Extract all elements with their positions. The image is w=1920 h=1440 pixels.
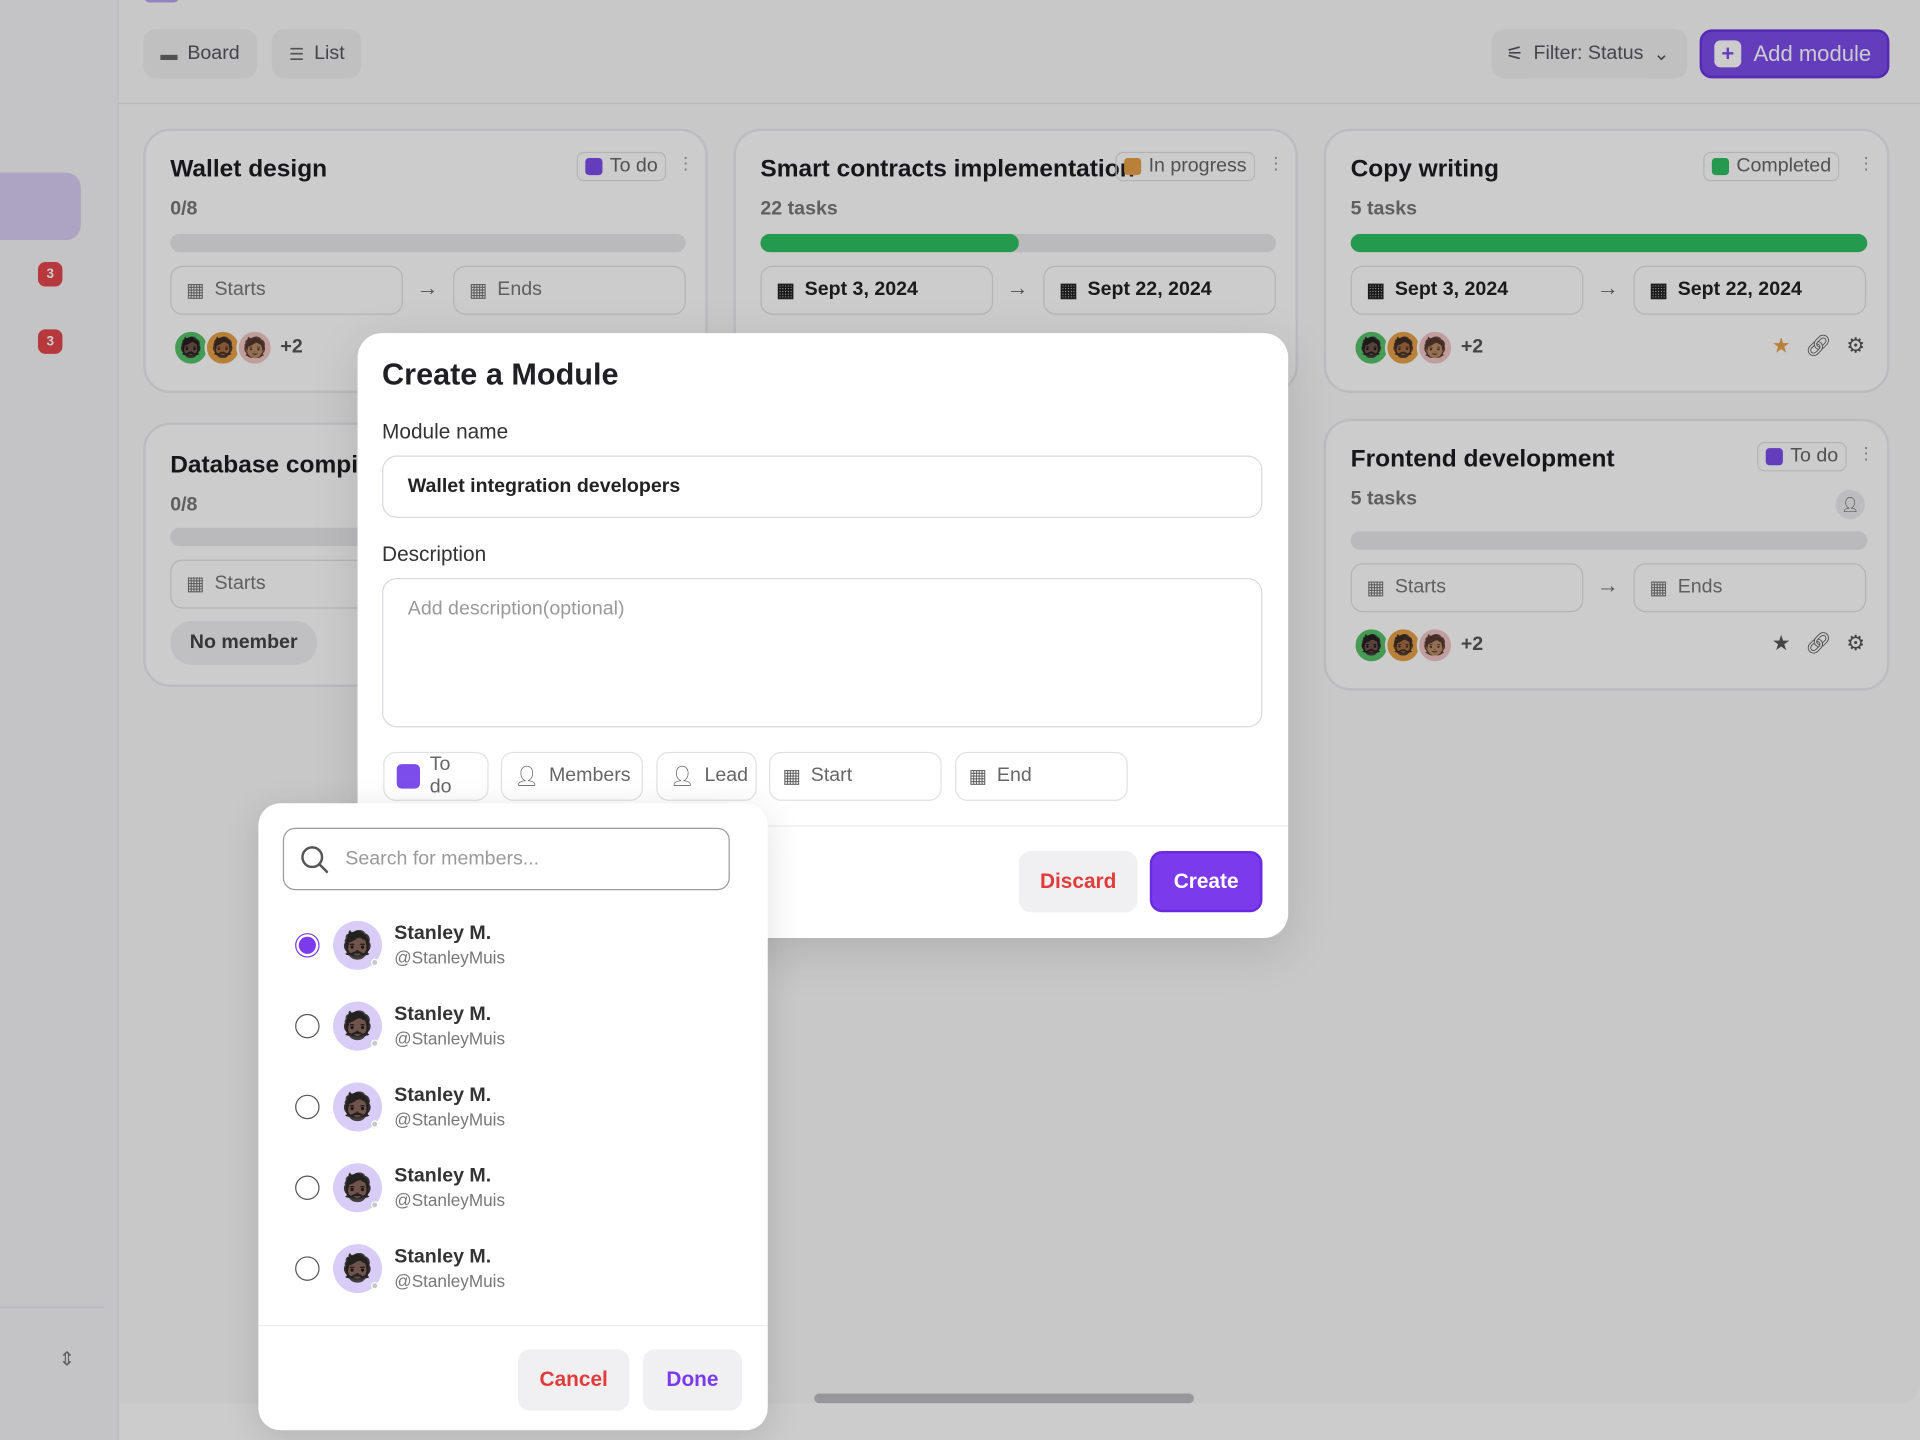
status-chip[interactable]: To do	[383, 751, 489, 801]
member-name: Stanley M.	[394, 923, 492, 945]
member-option[interactable]: 🧔🏿 Stanley M. @StanleyMuis	[295, 1163, 736, 1213]
create-button[interactable]: Create	[1149, 851, 1263, 913]
member-option[interactable]: 🧔🏿 Stanley M. @StanleyMuis	[295, 920, 736, 970]
discard-button[interactable]: Discard	[1018, 851, 1138, 913]
calendar-icon: ▦	[782, 766, 801, 788]
member-name: Stanley M.	[394, 1004, 492, 1025]
end-date-chip[interactable]: ▦ End	[955, 751, 1128, 801]
calendar-icon: ▦	[968, 766, 988, 788]
member-name: Stanley M.	[394, 1246, 492, 1268]
member-handle: @StanleyMuis	[394, 1271, 506, 1291]
presence-dot	[371, 958, 379, 967]
description-textarea[interactable]: Add description(optional)	[382, 577, 1263, 728]
search-icon	[301, 845, 329, 873]
member-handle: @StanleyMuis	[394, 1190, 506, 1210]
picker-divider	[258, 1324, 768, 1327]
lead-chip-label: Lead	[704, 765, 749, 787]
member-name: Stanley M.	[394, 1165, 492, 1187]
module-name-input[interactable]: Wallet integration developers	[382, 455, 1263, 518]
user-icon: 👤︎	[514, 766, 540, 788]
start-chip-label: Start	[810, 765, 853, 787]
dialog-title: Create a Module	[382, 357, 619, 392]
member-radio[interactable]	[295, 1013, 320, 1039]
members-picker: Search for members... 🧔🏿 Stanley M. @Stan…	[258, 803, 768, 1431]
member-radio[interactable]	[295, 933, 320, 958]
member-name: Stanley M.	[394, 1084, 492, 1106]
member-radio[interactable]	[295, 1094, 320, 1120]
members-chip-label: Members	[548, 765, 631, 787]
end-chip-label: End	[996, 765, 1032, 787]
avatar: 🧔🏿	[333, 920, 383, 970]
member-search-input[interactable]: Search for members...	[282, 827, 730, 891]
description-label: Description	[382, 542, 487, 566]
status-color-swatch	[396, 764, 420, 789]
status-chip-label: To do	[429, 754, 452, 798]
lead-chip[interactable]: 👤︎ Lead	[656, 751, 757, 801]
member-option[interactable]: 🧔🏿 Stanley M. @StanleyMuis	[295, 1001, 736, 1051]
cancel-button[interactable]: Cancel	[517, 1349, 630, 1411]
member-option[interactable]: 🧔🏿 Stanley M. @StanleyMuis	[295, 1082, 736, 1132]
done-button[interactable]: Done	[642, 1349, 743, 1411]
presence-dot	[371, 1120, 379, 1128]
module-name-label: Module name	[382, 420, 509, 444]
app-screen: 3 3 ⇕ ▬ Board ☰ List ⚟ Filter: Status ⌄ …	[0, 0, 1920, 1440]
member-search-placeholder: Search for members...	[345, 847, 540, 869]
member-option[interactable]: 🧔🏿 Stanley M. @StanleyMuis	[295, 1244, 736, 1294]
avatar: 🧔🏿	[333, 1082, 383, 1132]
presence-dot	[371, 1201, 379, 1209]
member-radio[interactable]	[295, 1256, 320, 1281]
member-radio[interactable]	[295, 1175, 320, 1201]
user-icon: 👤︎	[669, 766, 695, 788]
member-handle: @StanleyMuis	[394, 1109, 506, 1129]
member-handle: @StanleyMuis	[394, 947, 506, 968]
members-chip[interactable]: 👤︎ Members	[500, 751, 643, 801]
start-date-chip[interactable]: ▦ Start	[768, 751, 942, 801]
presence-dot	[371, 1282, 379, 1290]
avatar: 🧔🏿	[333, 1163, 383, 1213]
avatar: 🧔🏿	[333, 1244, 383, 1294]
presence-dot	[371, 1039, 379, 1047]
member-handle: @StanleyMuis	[394, 1028, 506, 1049]
avatar: 🧔🏿	[333, 1001, 383, 1051]
